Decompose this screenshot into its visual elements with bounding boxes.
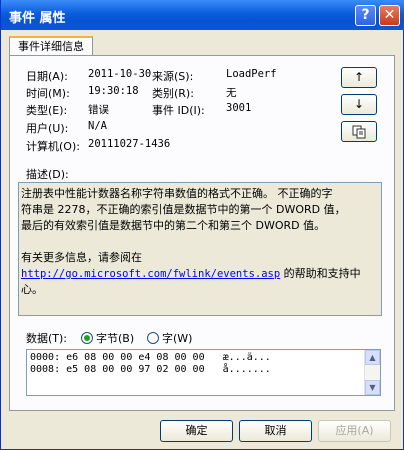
cancel-button[interactable]: 取消 bbox=[239, 420, 312, 442]
bytes-radio[interactable] bbox=[81, 332, 93, 344]
data-hex-view[interactable]: 0000: e6 08 00 00 e4 08 00 00 æ...ä... 0… bbox=[26, 349, 381, 396]
more-info-text: 有关更多信息，请参阅在 bbox=[21, 251, 142, 264]
tab-event-details[interactable]: 事件详细信息 bbox=[9, 36, 93, 56]
category-label: 类别(R): bbox=[152, 87, 194, 100]
date-value: 2011-10-30 bbox=[88, 68, 152, 80]
words-radio[interactable] bbox=[147, 332, 159, 344]
description-text[interactable]: 注册表中性能计数器名称字符串数值的格式不正确。 不正确的字 符串是 2278，不… bbox=[18, 182, 382, 316]
data-label: 数据(T): bbox=[26, 332, 68, 345]
scroll-up-button[interactable]: ▲ bbox=[365, 350, 380, 365]
event-properties-window: 事件 属性 ? ✕ 事件详细信息 日期(A): 2011-10-30 来源(S)… bbox=[0, 0, 404, 450]
next-event-button[interactable]: ↓ bbox=[341, 94, 377, 115]
after-link-text: 的帮助和支持中 bbox=[280, 267, 361, 280]
computer-value: 20111027-1436 bbox=[88, 138, 171, 150]
description-line-3: 最后的有效索引值是数据节中的第二个和第三个 DWORD 值。 bbox=[21, 219, 326, 232]
bytes-radio-label: 字节(B) bbox=[96, 332, 135, 345]
source-value: LoadPerf bbox=[226, 68, 277, 80]
time-value: 19:30:18 bbox=[88, 85, 139, 97]
event-id-value: 3001 bbox=[226, 102, 252, 114]
type-value: 错误 bbox=[88, 104, 109, 116]
data-scrollbar[interactable]: ▲ ▼ bbox=[364, 350, 380, 395]
user-value: N/A bbox=[88, 120, 107, 132]
apply-button[interactable]: 应用(A) bbox=[318, 420, 391, 442]
close-button[interactable]: ✕ bbox=[379, 5, 400, 26]
data-line-1: 0000: e6 08 00 00 e4 08 00 00 æ...ä... bbox=[30, 352, 271, 363]
data-line-2: 0008: e5 08 00 00 97 02 00 00 å....... bbox=[30, 364, 271, 375]
words-radio-label: 字(W) bbox=[162, 332, 193, 345]
title-bar: 事件 属性 ? ✕ bbox=[1, 0, 404, 30]
description-line-2: 符串是 2278，不正确的索引值是数据节中的第一个 DWORD 值， bbox=[21, 203, 346, 216]
description-line-1: 注册表中性能计数器名称字符串数值的格式不正确。 不正确的字 bbox=[21, 187, 333, 200]
time-label: 时间(M): bbox=[26, 87, 70, 100]
computer-label: 计算机(O): bbox=[26, 140, 80, 153]
help-button[interactable]: ? bbox=[355, 5, 376, 26]
copy-icon bbox=[352, 125, 366, 139]
window-title: 事件 属性 bbox=[9, 11, 66, 26]
previous-event-button[interactable]: ↑ bbox=[341, 67, 377, 88]
description-last-line: 心。 bbox=[21, 283, 43, 296]
help-link[interactable]: http://go.microsoft.com/fwlink/events.as… bbox=[21, 268, 280, 280]
user-label: 用户(U): bbox=[26, 122, 69, 135]
scroll-down-button[interactable]: ▼ bbox=[365, 380, 380, 395]
description-label: 描述(D): bbox=[26, 168, 69, 181]
type-label: 类型(E): bbox=[26, 104, 68, 117]
ok-button[interactable]: 确定 bbox=[160, 420, 233, 442]
event-id-label: 事件 ID(I): bbox=[152, 104, 205, 117]
date-label: 日期(A): bbox=[26, 70, 68, 83]
category-value: 无 bbox=[226, 87, 237, 99]
source-label: 来源(S): bbox=[152, 70, 194, 83]
copy-button[interactable] bbox=[341, 121, 377, 142]
